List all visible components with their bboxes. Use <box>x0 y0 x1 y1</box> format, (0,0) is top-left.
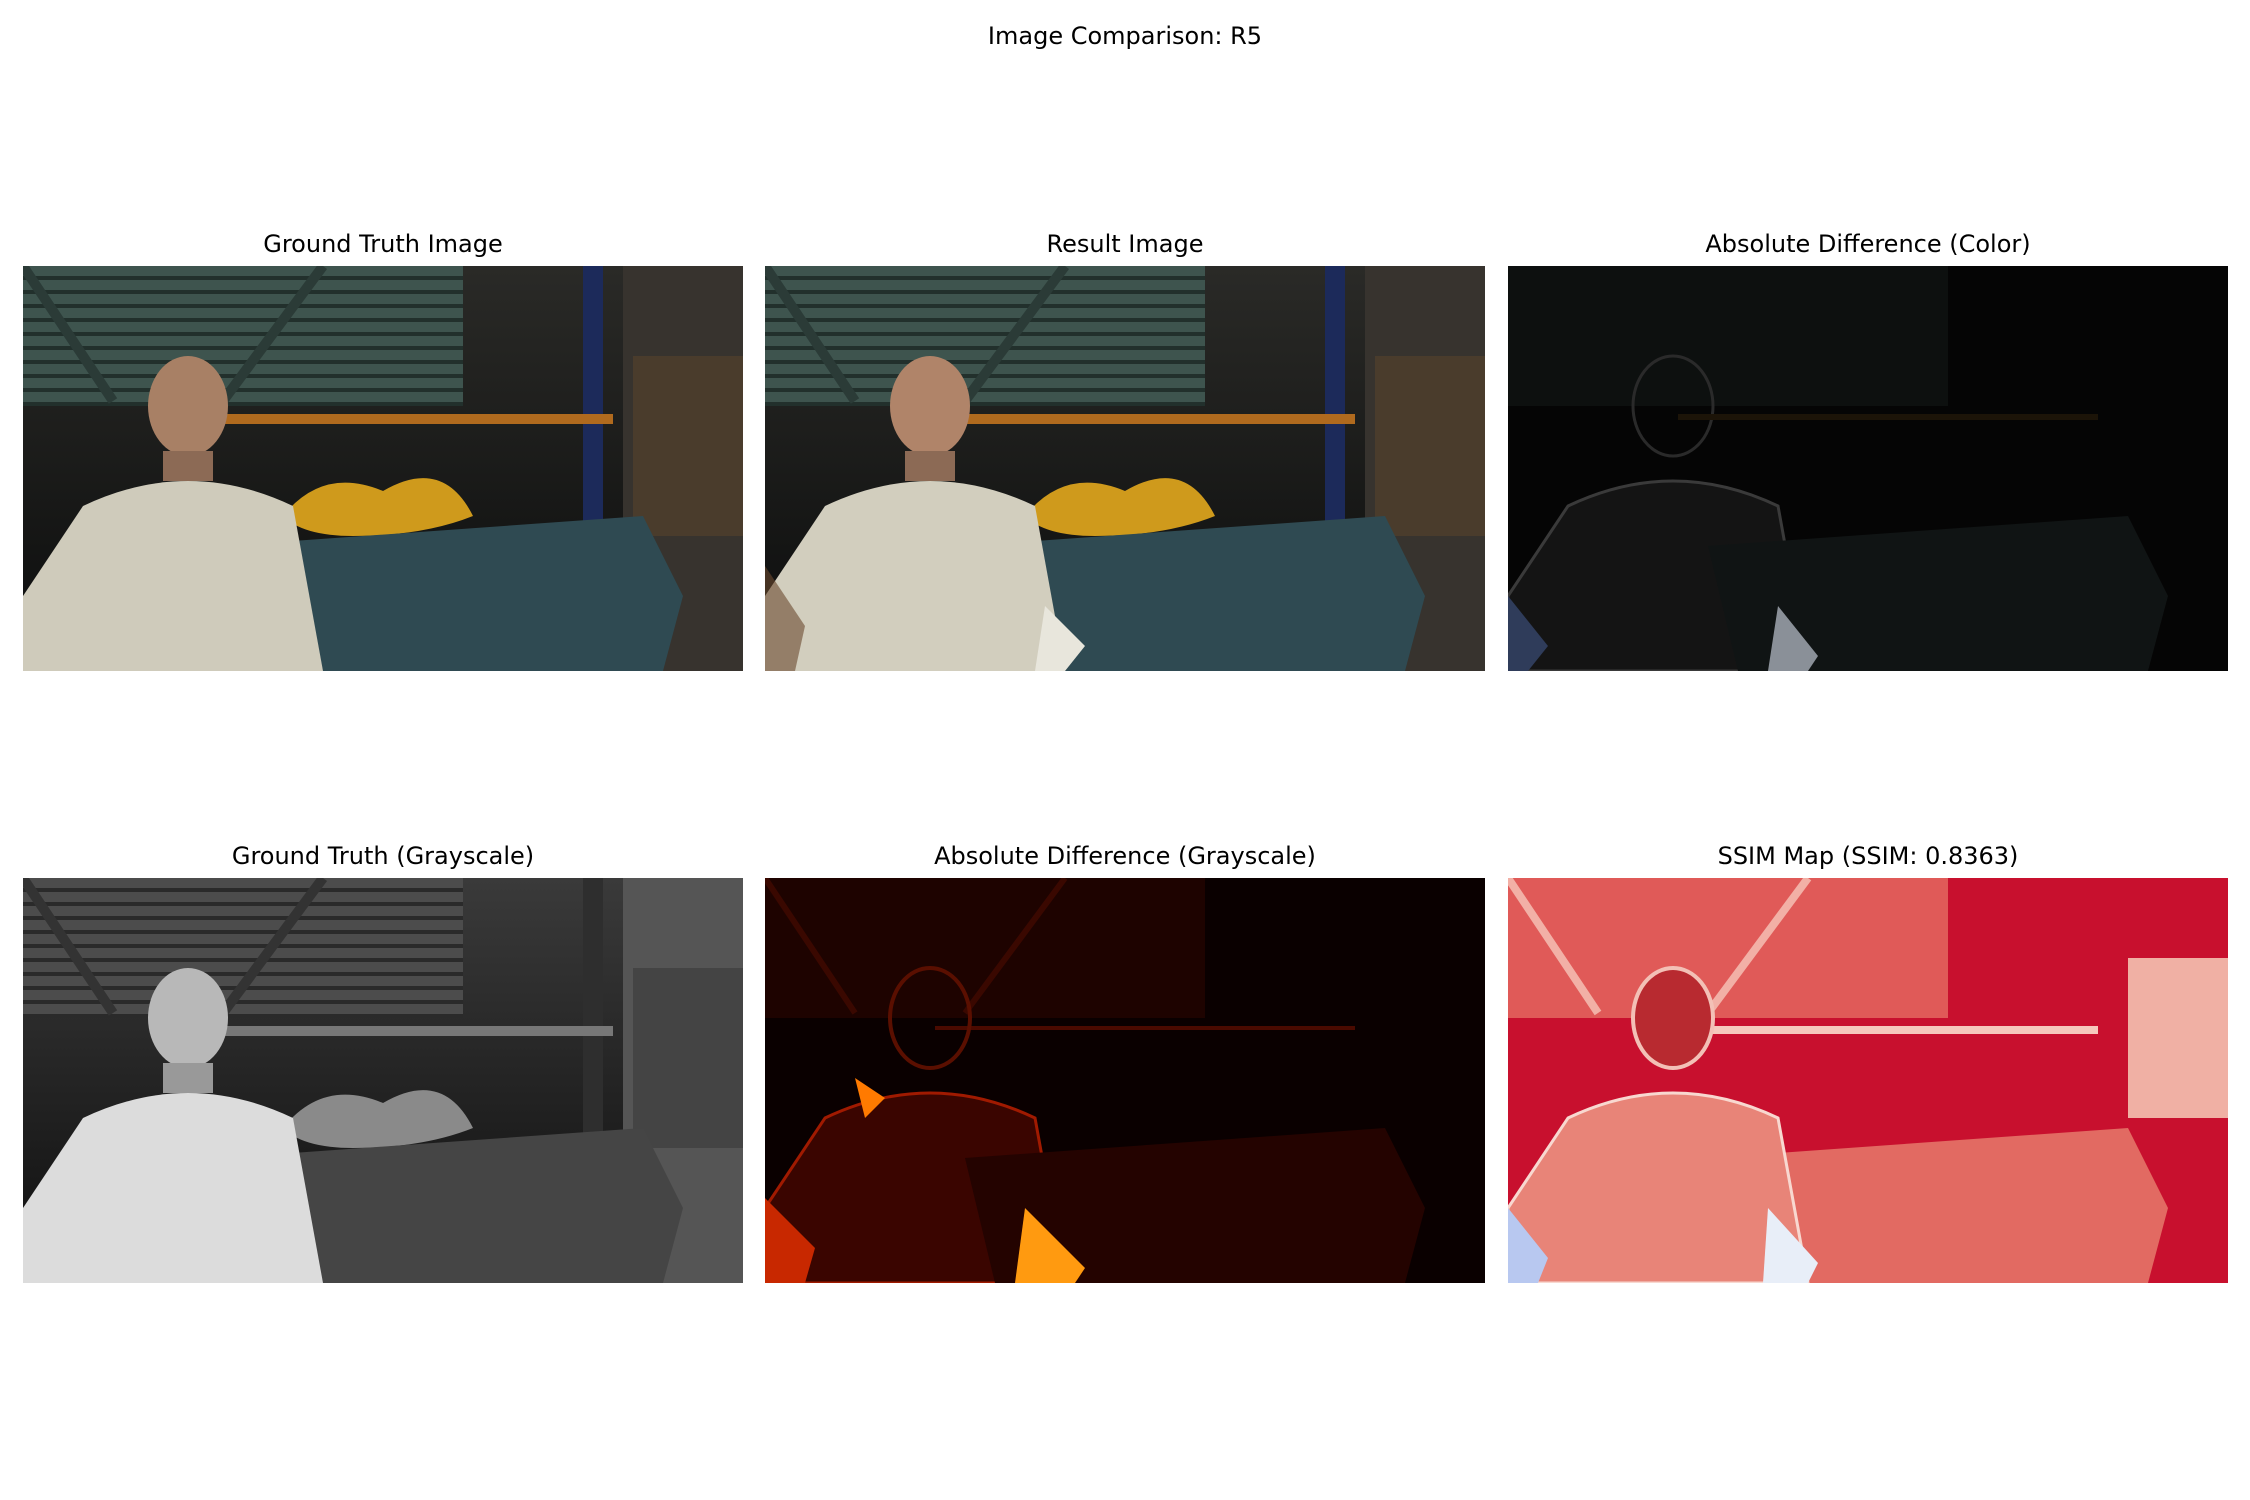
ground-truth-image <box>23 266 743 671</box>
result-image <box>765 266 1485 671</box>
ground-truth-grayscale-image <box>23 878 743 1283</box>
figure-title: Image Comparison: R5 <box>987 22 1263 50</box>
abs-diff-grayscale-image <box>765 878 1485 1283</box>
panel-title-abs-diff-color: Absolute Difference (Color) <box>1705 230 2031 258</box>
panel-title-ground-truth: Ground Truth Image <box>263 230 503 258</box>
panel-title-result: Result Image <box>1046 230 1204 258</box>
panel-title-ssim-map: SSIM Map (SSIM: 0.8363) <box>1717 842 2019 870</box>
panel-title-ground-truth-gray: Ground Truth (Grayscale) <box>231 842 535 870</box>
ssim-map-image <box>1508 878 2228 1283</box>
abs-diff-color-image <box>1508 266 2228 671</box>
panel-title-abs-diff-gray: Absolute Difference (Grayscale) <box>934 842 1316 870</box>
